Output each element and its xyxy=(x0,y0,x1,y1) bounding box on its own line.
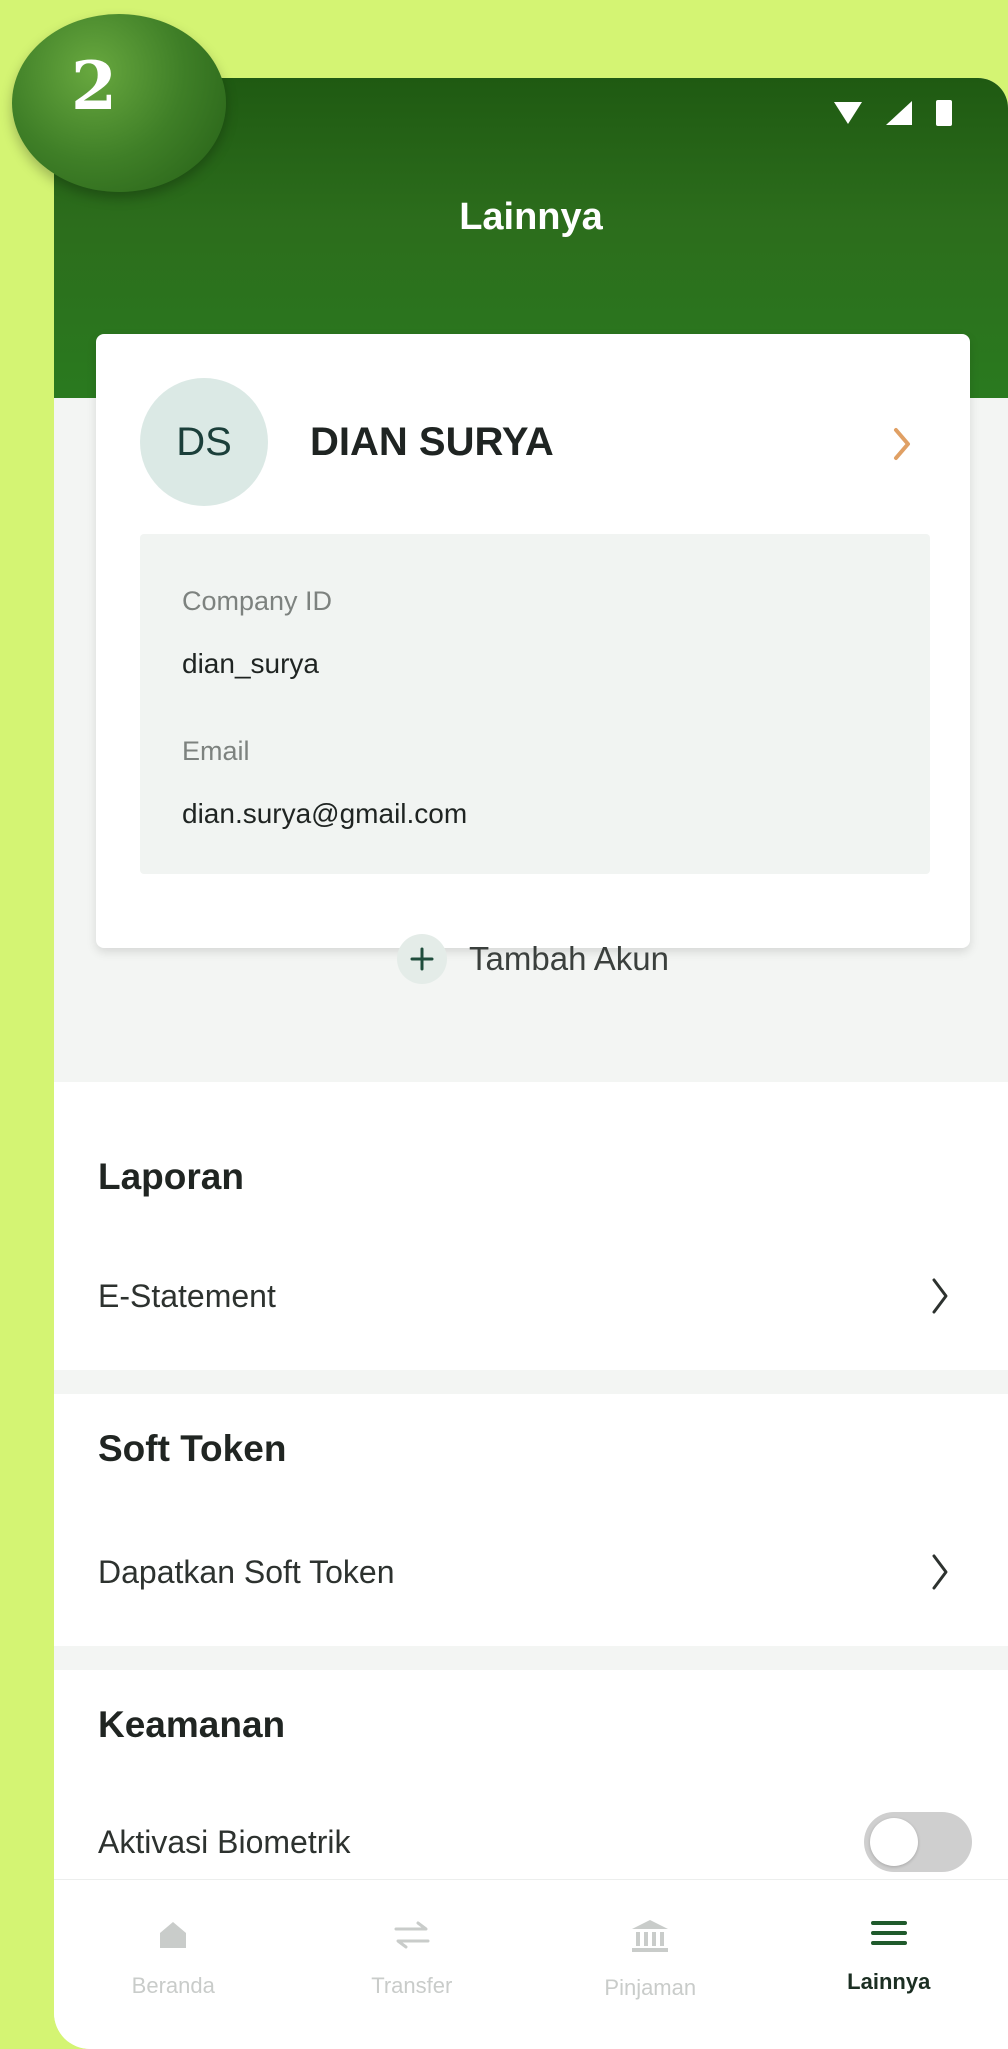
nav-item-beranda[interactable]: Beranda xyxy=(54,1880,293,2049)
e-statement-label[interactable]: E-Statement xyxy=(98,1278,276,1315)
company-id-label: Company ID xyxy=(182,586,333,616)
nav-label-beranda: Beranda xyxy=(131,1973,215,1998)
nav-item-lainnya[interactable]: Lainnya xyxy=(770,1880,1008,2049)
nav-label-transfer: Transfer xyxy=(371,1973,453,1998)
wifi-icon xyxy=(832,100,864,126)
chevron-right-icon[interactable] xyxy=(930,1276,950,1321)
add-account-label: Tambah Akun xyxy=(469,940,669,977)
battery-icon xyxy=(934,98,954,128)
add-account-button[interactable]: Tambah Akun xyxy=(96,934,970,984)
bank-icon xyxy=(630,1918,670,1959)
section-laporan: Laporan E-Statement xyxy=(54,1082,1008,1370)
profile-card: DS DIAN SURYA Company ID dian_surya Emai… xyxy=(96,334,970,984)
profile-name[interactable]: DIAN SURYA xyxy=(310,420,554,465)
section-keamanan: Keamanan Aktivasi Biometrik xyxy=(54,1670,1008,1880)
section-soft-token: Soft Token Dapatkan Soft Token xyxy=(54,1394,1008,1646)
nav-label-lainnya: Lainnya xyxy=(847,1969,931,1994)
toggle-knob xyxy=(870,1818,918,1866)
bottom-nav: Beranda Transfer Pinjaman Lainnya xyxy=(54,1879,1008,2049)
menu-icon xyxy=(869,1918,909,1953)
step-number-badge: 2 xyxy=(12,14,226,192)
section-title-laporan: Laporan xyxy=(98,1156,244,1197)
account-info-box: Company ID dian_surya Email dian.surya@g… xyxy=(140,534,930,874)
page-title: Lainnya xyxy=(459,196,603,238)
nav-item-transfer[interactable]: Transfer xyxy=(293,1880,532,2049)
chevron-right-icon[interactable] xyxy=(892,426,912,467)
biometric-label: Aktivasi Biometrik xyxy=(98,1824,351,1860)
nav-label-pinjaman: Pinjaman xyxy=(604,1975,697,2000)
section-title-soft-token: Soft Token xyxy=(98,1428,287,1469)
phone-screen: Lainnya DS DIAN SURYA Company ID dian_su… xyxy=(54,78,1008,2049)
email-value: dian.surya@gmail.com xyxy=(182,798,468,829)
chevron-right-icon[interactable] xyxy=(930,1552,950,1597)
nav-item-pinjaman[interactable]: Pinjaman xyxy=(531,1880,770,2049)
status-bar xyxy=(832,98,954,128)
transfer-icon xyxy=(392,1918,432,1957)
signal-icon xyxy=(884,99,914,127)
plus-icon xyxy=(397,934,448,984)
company-id-value: dian_surya xyxy=(182,648,319,679)
avatar: DS xyxy=(140,378,268,506)
soft-token-label[interactable]: Dapatkan Soft Token xyxy=(98,1554,395,1591)
email-label: Email xyxy=(182,736,250,766)
biometric-toggle[interactable] xyxy=(864,1812,972,1872)
section-title-keamanan: Keamanan xyxy=(98,1704,286,1745)
home-icon xyxy=(156,1918,190,1957)
